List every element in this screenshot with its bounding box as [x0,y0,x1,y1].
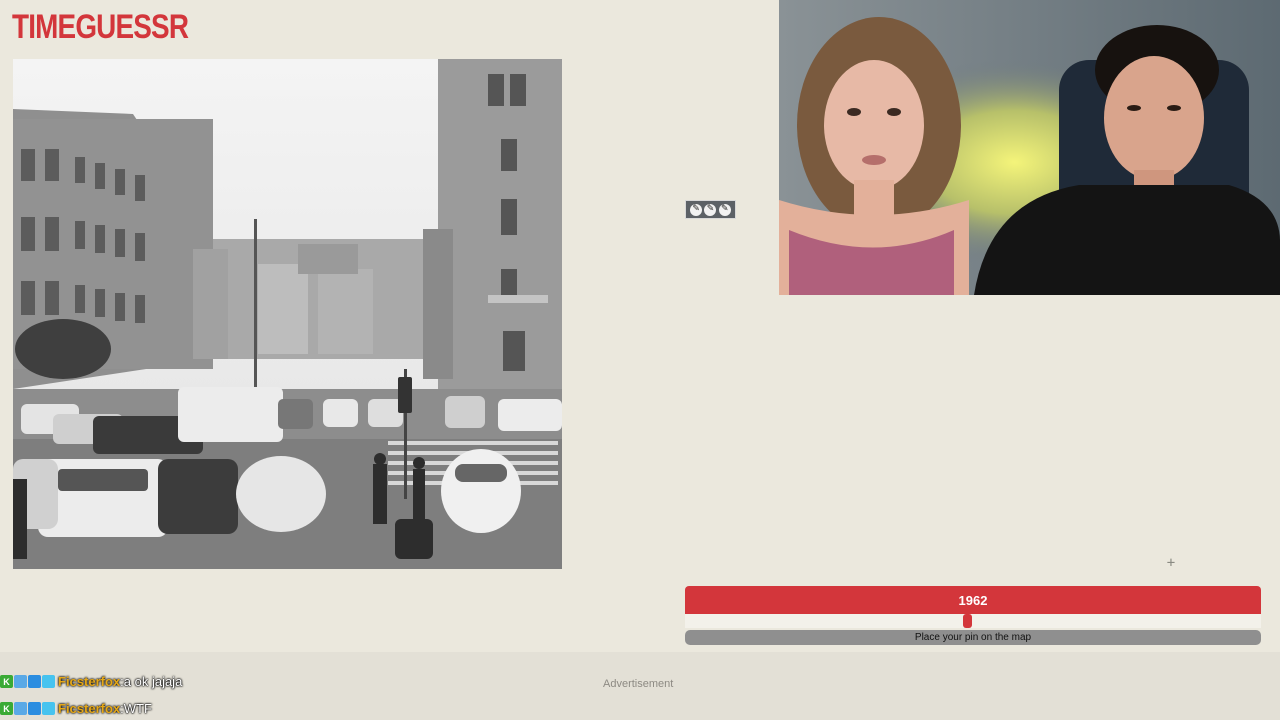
map-tool-icon[interactable]: ✎ [704,203,717,216]
webcam-overlay [779,0,1280,295]
year-display: 1962 [685,586,1261,614]
advertisement-label: Advertisement [603,678,674,690]
badge-icon [14,675,27,688]
badge-icon [28,702,41,715]
badge-icon: K [0,702,13,715]
crosshair-icon: + [1166,555,1176,571]
chat-username: Ficsterfox [58,701,121,716]
badge-icon [42,675,55,688]
map-tool-icon[interactable]: ✎ [718,203,731,216]
place-pin-button[interactable]: Place your pin on the map [685,630,1261,645]
year-slider-thumb[interactable] [963,614,973,628]
timeguessr-logo[interactable]: TIMEGUESSR [12,8,189,46]
chat-username: Ficsterfox [58,674,121,689]
photo-image [13,59,562,569]
chat-badges: K [0,675,55,688]
webcam-feed [779,0,1280,295]
chat-badges: K [0,702,55,715]
chat-message: K Ficsterfox : a ok jajaja [0,668,182,695]
stream-chat: K Ficsterfox : a ok jajaja K Ficsterfox … [0,668,182,720]
badge-icon [28,675,41,688]
badge-icon [42,702,55,715]
chat-text: a ok jajaja [123,674,183,689]
historical-photo[interactable] [13,59,562,569]
game-page: TIMEGUESSR ✎ ✎ ✎ + 1962 Place your pin o… [0,0,1280,720]
map-tool-icon[interactable]: ✎ [690,203,703,216]
badge-icon [14,702,27,715]
map-tools[interactable]: ✎ ✎ ✎ [685,200,736,219]
badge-icon: K [0,675,13,688]
chat-text: WTF [123,701,152,716]
year-slider-track[interactable] [685,614,1261,628]
chat-message: K Ficsterfox : WTF [0,695,182,720]
